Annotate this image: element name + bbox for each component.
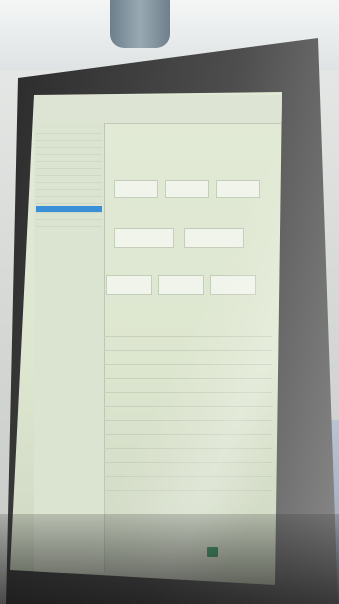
sidebar-item[interactable] [36,155,102,162]
sidebar-item[interactable] [36,220,102,227]
background-fixture [110,0,170,48]
table-row [104,448,272,463]
screen-button[interactable] [106,275,152,295]
screen-button[interactable] [216,180,260,198]
bottom-shadow [0,514,339,604]
sidebar-item[interactable] [36,169,102,176]
table-row [104,392,272,407]
table-row [104,420,272,435]
table-row [104,406,272,421]
screen-button[interactable] [114,228,174,248]
sidebar-item[interactable] [36,127,102,134]
sidebar-item[interactable] [36,162,102,169]
table-row [104,336,272,351]
screen-button[interactable] [210,275,256,295]
sidebar-item[interactable] [36,134,102,141]
sidebar-item[interactable] [36,176,102,183]
table-row [104,322,272,337]
table-row [104,462,272,477]
sidebar-item[interactable] [36,148,102,155]
table-row [104,476,272,491]
screen-button[interactable] [165,180,209,198]
screen-button[interactable] [158,275,204,295]
screen-top-bar [34,95,282,124]
sidebar-item-active[interactable] [36,206,102,213]
table-row [104,350,272,365]
sidebar-item[interactable] [36,213,102,220]
sidebar-item[interactable] [36,190,102,197]
table-row [104,434,272,449]
sidebar-item[interactable] [36,197,102,204]
table-row [104,364,272,379]
sidebar-item[interactable] [36,141,102,148]
table-row [104,378,272,393]
screen-button[interactable] [184,228,244,248]
sidebar-item[interactable] [36,183,102,190]
screen-button[interactable] [114,180,158,198]
